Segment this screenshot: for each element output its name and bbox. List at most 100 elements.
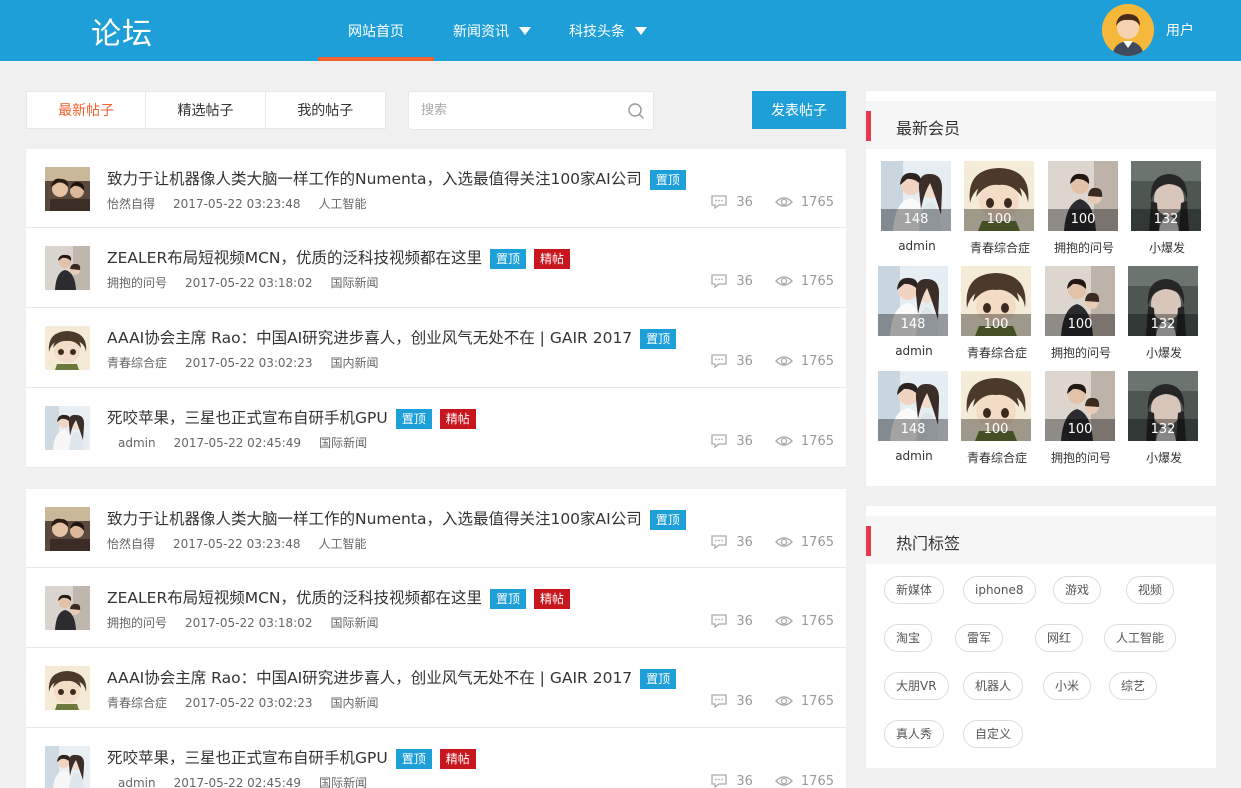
tag-chip[interactable]: 淘宝 xyxy=(884,624,933,652)
member-name[interactable]: admin xyxy=(878,449,950,463)
post-author[interactable]: 拥抱的问号 xyxy=(107,616,167,630)
member-name[interactable]: 拥抱的问号 xyxy=(1045,449,1117,466)
member-card[interactable]: 132 小爆发 xyxy=(1131,161,1203,256)
post-title-line[interactable]: 致力于让机器像人类大脑一样工作的Numenta，入选最值得关注100家AI公司置… xyxy=(107,167,686,190)
member-avatar[interactable]: 132 xyxy=(1128,266,1198,336)
post-author-avatar[interactable] xyxy=(45,167,90,211)
post-category[interactable]: 国际新闻 xyxy=(319,776,367,788)
site-logo[interactable]: 论坛 xyxy=(91,9,153,53)
post-title[interactable]: ZEALER布局短视频MCN，优质的泛科技视频都在这里 xyxy=(107,589,482,607)
post-author-avatar[interactable] xyxy=(45,586,90,630)
tag-chip[interactable]: 机器人 xyxy=(963,672,1024,700)
post-title-line[interactable]: 致力于让机器像人类大脑一样工作的Numenta，入选最值得关注100家AI公司置… xyxy=(107,507,686,530)
new-post-button[interactable]: 发表帖子 xyxy=(752,91,846,129)
post-category[interactable]: 国际新闻 xyxy=(330,276,378,290)
member-card[interactable]: 100 青春综合症 xyxy=(961,371,1033,466)
post-author-avatar[interactable] xyxy=(45,746,90,788)
post-author-avatar[interactable] xyxy=(45,406,90,450)
tag-chip[interactable]: 视频 xyxy=(1126,576,1175,604)
tab-latest[interactable]: 最新帖子 xyxy=(27,92,147,128)
member-card[interactable]: 148 admin xyxy=(881,161,953,253)
post-title-line[interactable]: ZEALER布局短视频MCN，优质的泛科技视频都在这里 置顶 精帖 xyxy=(107,246,571,269)
member-card[interactable]: 100 拥抱的问号 xyxy=(1045,266,1117,361)
member-avatar[interactable]: 100 xyxy=(964,161,1034,231)
post-author-avatar[interactable] xyxy=(45,326,90,370)
tag-chip[interactable]: 小米 xyxy=(1043,672,1092,700)
nav-tech[interactable]: 科技头条 xyxy=(569,0,665,61)
tag-chip[interactable]: 大朋VR xyxy=(884,672,949,700)
post-title-line[interactable]: AAAI协会主席 Rao：中国AI研究进步喜人，创业风气无处不在 | GAIR … xyxy=(107,666,677,689)
user-avatar[interactable] xyxy=(1102,4,1154,56)
post-author[interactable]: 怡然自得 xyxy=(107,537,155,551)
tab-mine[interactable]: 我的帖子 xyxy=(266,92,385,128)
member-card[interactable]: 100 拥抱的问号 xyxy=(1045,371,1117,466)
tab-featured[interactable]: 精选帖子 xyxy=(146,92,266,128)
post-category[interactable]: 人工智能 xyxy=(318,537,366,551)
post-title-line[interactable]: 死咬苹果，三星也正式宣布自研手机GPU 置顶 精帖 xyxy=(107,406,476,429)
member-avatar[interactable]: 100 xyxy=(1045,266,1115,336)
post-row[interactable]: 致力于让机器像人类大脑一样工作的Numenta，入选最值得关注100家AI公司置… xyxy=(26,149,846,228)
post-title[interactable]: AAAI协会主席 Rao：中国AI研究进步喜人，创业风气无处不在 | GAIR … xyxy=(107,669,632,687)
member-name[interactable]: 小爆发 xyxy=(1128,449,1200,466)
member-avatar[interactable]: 148 xyxy=(878,266,948,336)
post-author-avatar[interactable] xyxy=(45,246,90,290)
member-card[interactable]: 100 拥抱的问号 xyxy=(1048,161,1120,256)
post-category[interactable]: 人工智能 xyxy=(318,197,366,211)
post-title[interactable]: 死咬苹果，三星也正式宣布自研手机GPU xyxy=(107,749,388,767)
tag-chip[interactable]: 雷军 xyxy=(955,624,1004,652)
post-row[interactable]: AAAI协会主席 Rao：中国AI研究进步喜人，创业风气无处不在 | GAIR … xyxy=(26,648,846,728)
member-card[interactable]: 148 admin xyxy=(878,266,950,358)
tag-chip[interactable]: iphone8 xyxy=(963,576,1036,604)
member-avatar[interactable]: 132 xyxy=(1131,161,1201,231)
member-name[interactable]: 小爆发 xyxy=(1128,344,1200,361)
post-author[interactable]: 青春综合症 xyxy=(107,696,167,710)
tag-chip[interactable]: 网红 xyxy=(1035,624,1084,652)
member-name[interactable]: 青春综合症 xyxy=(964,239,1036,256)
member-name[interactable]: 青春综合症 xyxy=(961,449,1033,466)
post-row[interactable]: 致力于让机器像人类大脑一样工作的Numenta，入选最值得关注100家AI公司置… xyxy=(26,489,846,568)
search-input[interactable] xyxy=(409,92,609,129)
member-avatar[interactable]: 100 xyxy=(1045,371,1115,441)
post-author[interactable]: admin xyxy=(118,436,156,450)
member-card[interactable]: 148 admin xyxy=(878,371,950,463)
post-title-line[interactable]: AAAI协会主席 Rao：中国AI研究进步喜人，创业风气无处不在 | GAIR … xyxy=(107,326,677,349)
member-avatar[interactable]: 100 xyxy=(1048,161,1118,231)
user-menu[interactable]: 用户 xyxy=(1102,4,1194,56)
post-category[interactable]: 国际新闻 xyxy=(330,616,378,630)
post-title[interactable]: 死咬苹果，三星也正式宣布自研手机GPU xyxy=(107,409,388,427)
member-avatar[interactable]: 132 xyxy=(1128,371,1198,441)
post-title[interactable]: 致力于让机器像人类大脑一样工作的Numenta，入选最值得关注100家AI公司 xyxy=(107,510,642,528)
post-row[interactable]: AAAI协会主席 Rao：中国AI研究进步喜人，创业风气无处不在 | GAIR … xyxy=(26,308,846,388)
member-avatar[interactable]: 100 xyxy=(961,371,1031,441)
post-category[interactable]: 国内新闻 xyxy=(330,356,378,370)
post-author-avatar[interactable] xyxy=(45,507,90,551)
member-avatar[interactable]: 148 xyxy=(881,161,951,231)
nav-home[interactable]: 网站首页 xyxy=(318,0,434,61)
post-title-line[interactable]: ZEALER布局短视频MCN，优质的泛科技视频都在这里 置顶 精帖 xyxy=(107,586,571,609)
post-row[interactable]: ZEALER布局短视频MCN，优质的泛科技视频都在这里 置顶 精帖 拥抱的问号 201… xyxy=(26,228,846,308)
search-icon[interactable] xyxy=(627,102,645,120)
post-author[interactable]: admin xyxy=(118,776,156,788)
tag-chip[interactable]: 自定义 xyxy=(963,720,1024,748)
member-avatar[interactable]: 148 xyxy=(878,371,948,441)
user-label[interactable]: 用户 xyxy=(1166,20,1194,40)
post-title[interactable]: 致力于让机器像人类大脑一样工作的Numenta，入选最值得关注100家AI公司 xyxy=(107,170,642,188)
member-card[interactable]: 132 小爆发 xyxy=(1128,371,1200,466)
post-author[interactable]: 怡然自得 xyxy=(107,197,155,211)
member-avatar[interactable]: 100 xyxy=(961,266,1031,336)
post-title[interactable]: AAAI协会主席 Rao：中国AI研究进步喜人，创业风气无处不在 | GAIR … xyxy=(107,329,632,347)
post-category[interactable]: 国际新闻 xyxy=(319,436,367,450)
tag-chip[interactable]: 真人秀 xyxy=(884,720,945,748)
tag-chip[interactable]: 人工智能 xyxy=(1104,624,1177,652)
tag-chip[interactable]: 游戏 xyxy=(1053,576,1102,604)
post-title-line[interactable]: 死咬苹果，三星也正式宣布自研手机GPU 置顶 精帖 xyxy=(107,746,476,769)
tag-chip[interactable]: 综艺 xyxy=(1109,672,1158,700)
post-title[interactable]: ZEALER布局短视频MCN，优质的泛科技视频都在这里 xyxy=(107,249,482,267)
member-name[interactable]: admin xyxy=(878,344,950,358)
post-row[interactable]: 死咬苹果，三星也正式宣布自研手机GPU 置顶 精帖 admin 2017-05-22 … xyxy=(26,388,846,468)
member-name[interactable]: 拥抱的问号 xyxy=(1045,344,1117,361)
nav-news[interactable]: 新闻资讯 xyxy=(453,0,549,61)
post-author[interactable]: 拥抱的问号 xyxy=(107,276,167,290)
member-card[interactable]: 100 青春综合症 xyxy=(964,161,1036,256)
member-name[interactable]: 小爆发 xyxy=(1131,239,1203,256)
